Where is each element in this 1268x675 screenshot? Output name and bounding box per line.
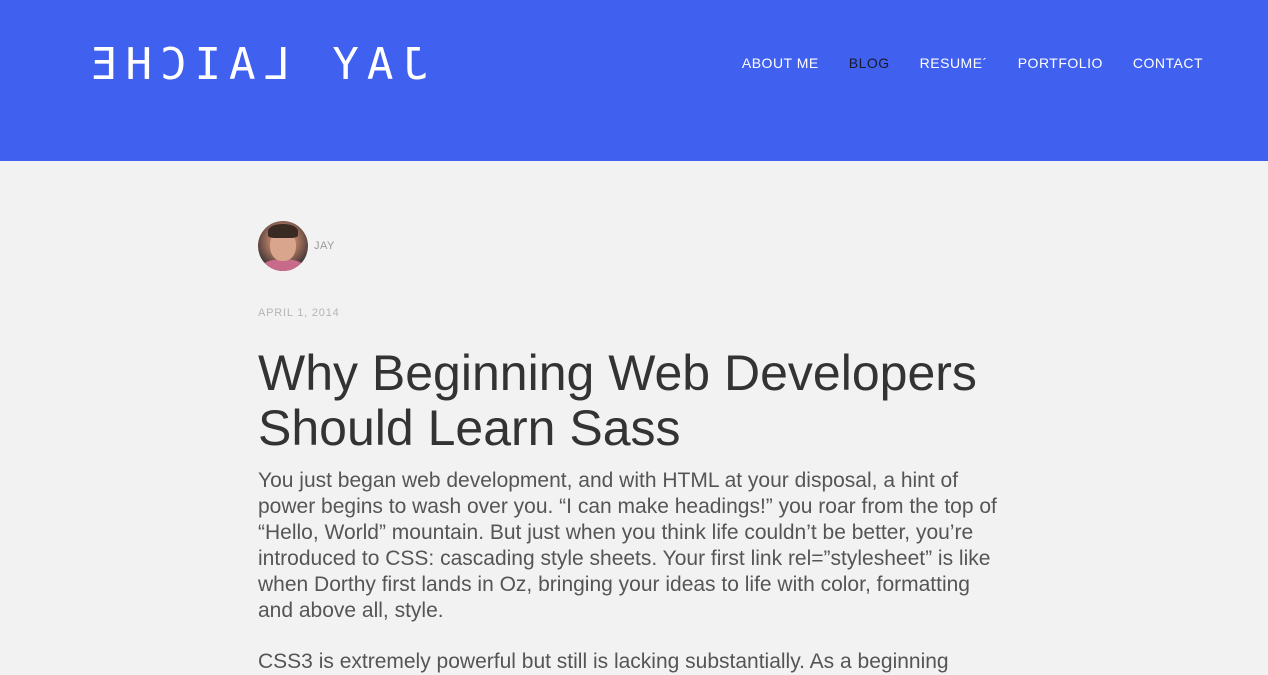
logo-text[interactable]: JAY LAICHE bbox=[83, 38, 428, 92]
author-name[interactable]: JAY bbox=[314, 240, 335, 252]
post-title: Why Beginning Web Developers Should Lear… bbox=[258, 345, 977, 456]
nav-blog[interactable]: BLOG bbox=[849, 55, 890, 71]
author-avatar[interactable] bbox=[258, 221, 308, 271]
post-paragraph: You just began web development, and with… bbox=[258, 469, 997, 622]
main-nav: ABOUT ME BLOG RESUME´ PORTFOLIO CONTACT bbox=[742, 55, 1203, 71]
nav-contact[interactable]: CONTACT bbox=[1133, 55, 1203, 71]
post-author: JAY bbox=[258, 221, 335, 271]
avatar-hair bbox=[268, 224, 298, 238]
site-logo[interactable]: JAY LAICHE bbox=[83, 38, 428, 92]
nav-resume[interactable]: RESUME´ bbox=[920, 55, 988, 71]
nav-portfolio[interactable]: PORTFOLIO bbox=[1018, 55, 1103, 71]
site-header: JAY LAICHE ABOUT ME BLOG RESUME´ PORTFOL… bbox=[0, 0, 1268, 161]
post-paragraph: CSS3 is extremely powerful but still is … bbox=[258, 650, 949, 673]
nav-about-me[interactable]: ABOUT ME bbox=[742, 55, 819, 71]
post-date: APRIL 1, 2014 bbox=[258, 307, 340, 319]
